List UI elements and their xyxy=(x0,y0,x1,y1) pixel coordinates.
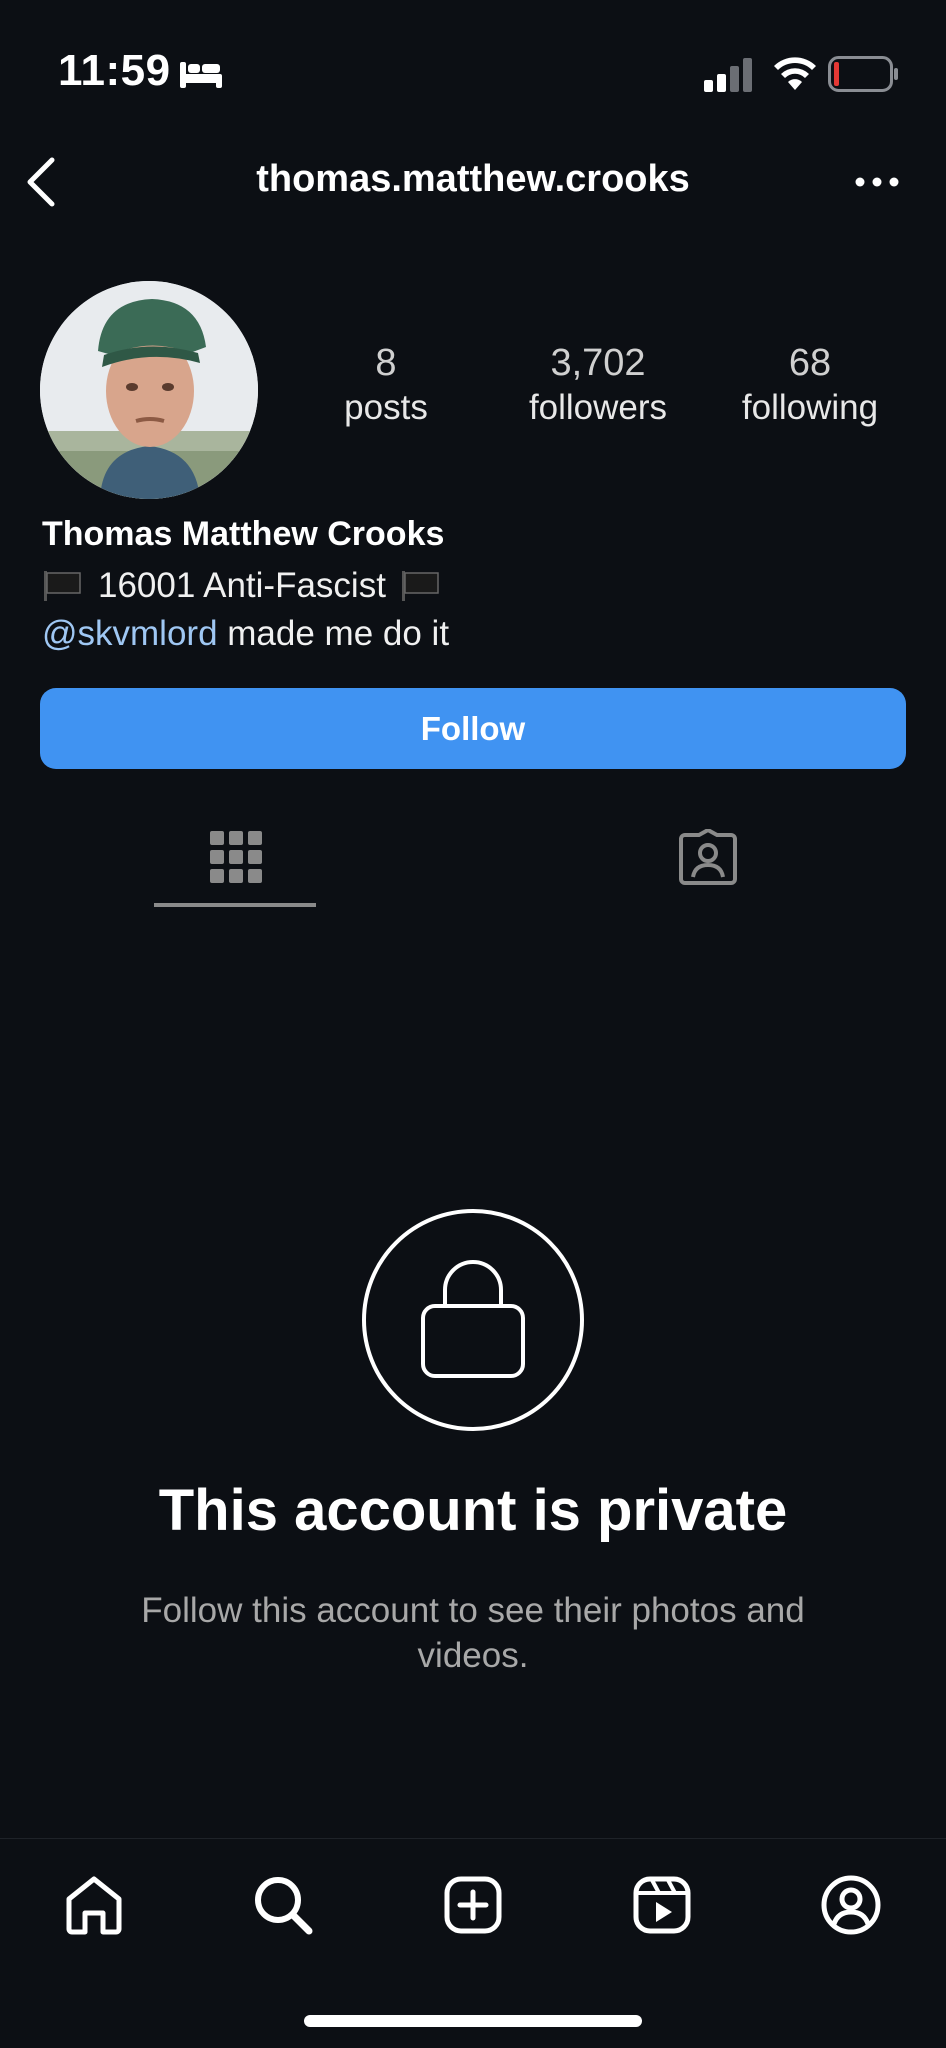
bio-mention-link[interactable]: @skvmlord xyxy=(42,614,218,653)
followers-stat[interactable]: 3,702 followers xyxy=(498,340,698,430)
reels-icon xyxy=(633,1876,691,1934)
tab-tagged[interactable] xyxy=(473,815,946,910)
private-account-description: Follow this account to see their photos … xyxy=(141,1591,805,1675)
create-post-icon xyxy=(444,1876,502,1934)
battery-icon xyxy=(828,56,898,92)
avatar-photo xyxy=(40,281,258,499)
bio-text-rest: made me do it xyxy=(217,614,450,653)
black-flag-icon xyxy=(44,571,81,601)
grid-icon xyxy=(210,831,262,883)
posts-count: 8 xyxy=(375,342,397,384)
nav-create[interactable] xyxy=(433,1865,513,1945)
bio-line-2: @skvmlord made me do it xyxy=(42,614,449,654)
wifi-icon xyxy=(774,57,816,90)
private-account-title: This account is private xyxy=(158,1478,788,1543)
posts-label: posts xyxy=(344,388,428,427)
nav-profile[interactable] xyxy=(811,1865,891,1945)
more-options-icon[interactable] xyxy=(852,170,902,194)
signal-icon xyxy=(704,58,752,92)
profile-full-name: Thomas Matthew Crooks xyxy=(42,515,445,553)
following-label: following xyxy=(741,388,879,427)
followers-count: 3,702 xyxy=(550,342,646,384)
profile-icon xyxy=(821,1875,881,1935)
home-icon xyxy=(66,1876,122,1935)
bio-line-1: 16001 Anti-Fascist xyxy=(42,566,442,606)
black-flag-icon xyxy=(401,571,439,601)
home-indicator[interactable] xyxy=(304,2015,642,2027)
nav-home[interactable] xyxy=(54,1865,134,1945)
posts-stat[interactable]: 8 posts xyxy=(286,340,486,430)
following-count: 68 xyxy=(788,342,832,384)
profile-username-title: thomas.matthew.crooks xyxy=(256,158,690,200)
bio-text: 16001 Anti-Fascist xyxy=(98,566,386,605)
following-stat[interactable]: 68 following xyxy=(710,340,910,430)
profile-screen: 11:59 thomas.matthew.crooks 8 posts 3,70… xyxy=(0,0,946,2048)
tab-posts-grid[interactable] xyxy=(0,815,473,910)
profile-avatar[interactable] xyxy=(40,281,258,499)
nav-reels[interactable] xyxy=(622,1865,702,1945)
followers-label: followers xyxy=(528,388,668,427)
follow-button[interactable]: Follow xyxy=(40,688,906,769)
bed-icon xyxy=(180,62,222,88)
status-time: 11:59 xyxy=(58,46,171,95)
lock-icon xyxy=(362,1209,584,1431)
search-icon xyxy=(255,1877,313,1935)
nav-search[interactable] xyxy=(243,1865,323,1945)
tagged-person-icon xyxy=(679,829,737,885)
active-tab-indicator xyxy=(154,903,316,907)
